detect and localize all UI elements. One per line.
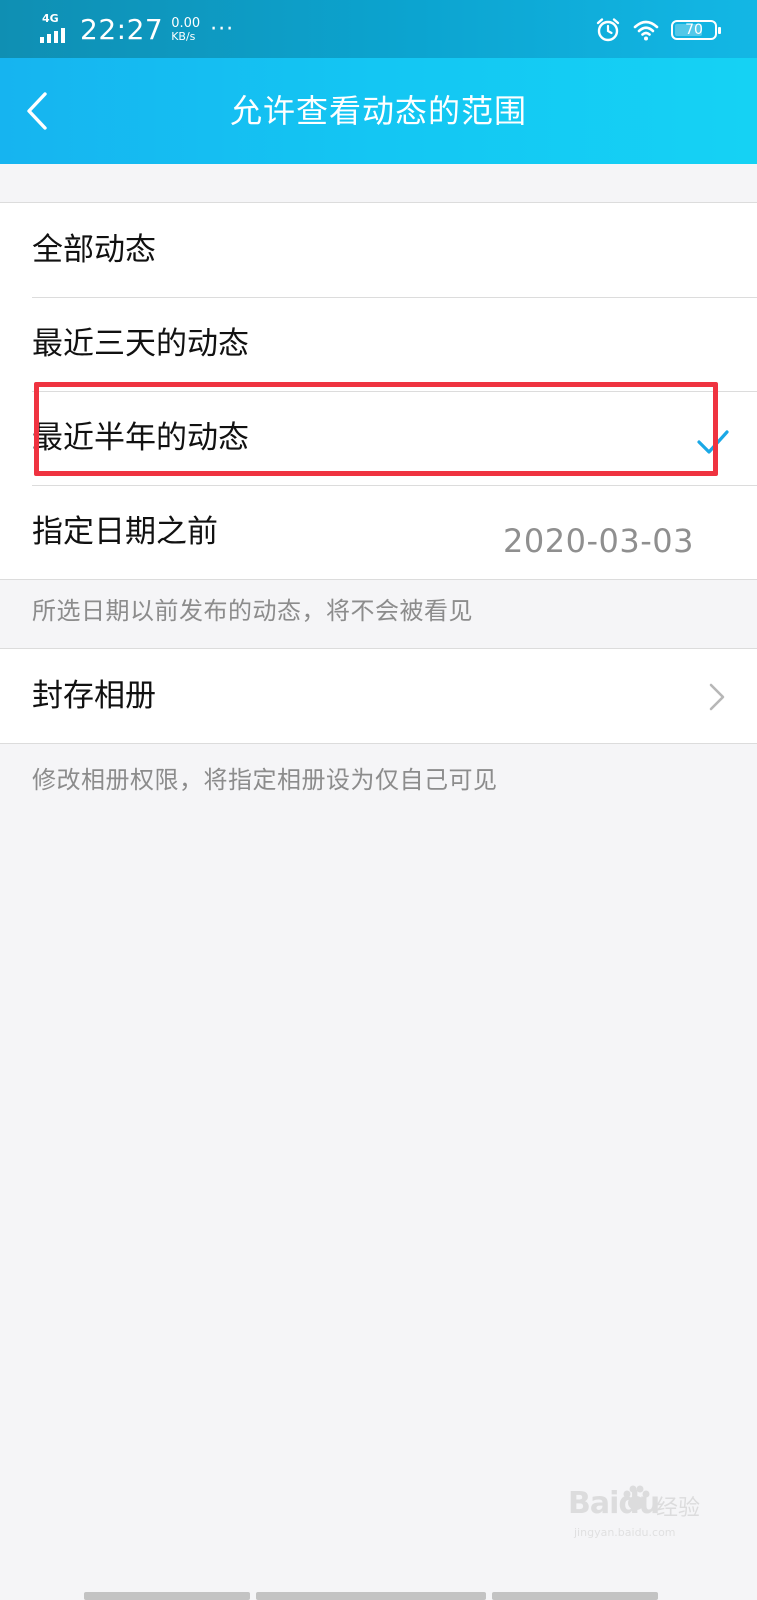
range-options-list: 全部动态 最近三天的动态 最近半年的动态 指定日期之前 2020-03-03 (0, 202, 757, 580)
option-label: 全部动态 (32, 232, 156, 268)
selected-date-value[interactable]: 2020-03-03 (503, 485, 694, 579)
album-hint-text: 修改相册权限，将指定相册设为仅自己可见 (32, 766, 498, 794)
network-speed-value: 0.00 (171, 16, 201, 31)
title-bar: 允许查看动态的范围 (0, 58, 757, 164)
paw-icon (623, 1485, 650, 1510)
option-all-posts[interactable]: 全部动态 (0, 203, 757, 297)
nav-gesture-bar-right[interactable] (492, 1592, 658, 1600)
baidu-jingyan-watermark: Baidu 经验 jingyan.baidu.com (568, 1482, 718, 1542)
battery-indicator: 70 (671, 20, 721, 40)
network-speed-unit: KB/s (171, 30, 196, 43)
nav-gesture-bar-center[interactable] (256, 1592, 486, 1600)
album-settings-list: 封存相册 (0, 648, 757, 744)
status-left: 4G 22:27 0.00 KB/s ··· (40, 10, 234, 50)
screen: 4G 22:27 0.00 KB/s ··· 70 允许查看动态的范围 全部动态… (0, 0, 757, 1600)
option-label: 最近三天的动态 (32, 326, 249, 362)
status-right: 70 (595, 14, 721, 46)
wifi-icon (633, 20, 659, 41)
watermark-brand-text: 经验 (656, 1496, 701, 1521)
status-bar: 4G 22:27 0.00 KB/s ··· 70 (0, 0, 757, 58)
signal-icon (40, 28, 65, 43)
option-last-three-days[interactable]: 最近三天的动态 (0, 297, 757, 391)
network-speed: 0.00 KB/s (171, 17, 200, 43)
page-title: 允许查看动态的范围 (229, 92, 527, 130)
option-label: 最近半年的动态 (32, 420, 249, 456)
network-indicator: 4G (40, 13, 74, 47)
archive-album-row[interactable]: 封存相册 (0, 649, 757, 743)
chevron-right-icon (709, 683, 725, 711)
more-notifications-icon: ··· (210, 17, 235, 42)
range-hint-text: 所选日期以前发布的动态，将不会被看见 (32, 597, 473, 625)
alarm-icon (596, 18, 620, 42)
archive-album-label: 封存相册 (32, 678, 156, 714)
clock-time: 22:27 (80, 13, 164, 46)
option-before-date[interactable]: 指定日期之前 2020-03-03 (0, 485, 757, 579)
option-label: 指定日期之前 (32, 514, 218, 550)
option-last-half-year[interactable]: 最近半年的动态 (0, 391, 757, 485)
watermark-url-text: jingyan.baidu.com (574, 1526, 676, 1539)
battery-percent: 70 (685, 22, 703, 38)
network-type-label: 4G (42, 12, 59, 25)
nav-gesture-bar-left[interactable] (84, 1592, 250, 1600)
checkmark-icon (697, 430, 729, 454)
